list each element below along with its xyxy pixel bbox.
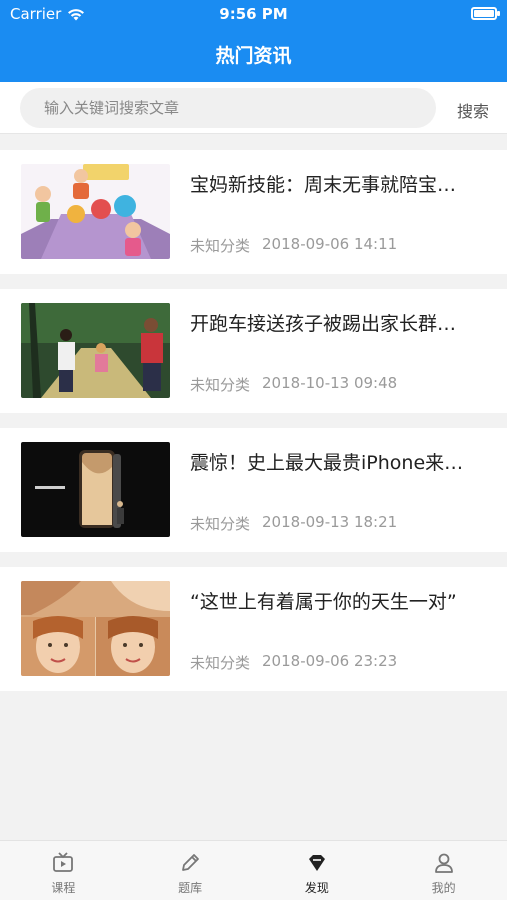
tab-discover[interactable]: 发现: [254, 841, 381, 900]
tab-course[interactable]: 课程: [0, 841, 127, 900]
article-title: 震惊！史上最大最贵iPhone来…: [190, 452, 464, 474]
article-title: 开跑车接送孩子被踢出家长群…: [190, 313, 457, 335]
article-item[interactable]: “这世上有着属于你的天生一对” 未知分类 2018-09-06 23:23: [0, 567, 507, 691]
battery-icon: [471, 7, 500, 20]
profile-icon: [434, 853, 453, 873]
article-date: 2018-10-13 09:48: [262, 374, 398, 392]
article-meta: 未知分类 2018-09-13 18:21: [190, 513, 397, 534]
tab-label: 题库: [178, 881, 203, 895]
tab-question-bank[interactable]: 题库: [127, 841, 254, 900]
status-bar: Carrier 9:56 PM: [0, 0, 507, 28]
article-item[interactable]: 震惊！史上最大最贵iPhone来… 未知分类 2018-09-13 18:21: [0, 428, 507, 552]
twins-portrait-image: [21, 581, 170, 676]
page-title: 热门资讯: [215, 45, 292, 67]
course-icon: [53, 852, 74, 872]
article-meta: 未知分类 2018-09-06 14:11: [190, 235, 397, 256]
article-date: 2018-09-06 23:23: [262, 652, 398, 670]
article-title: “这世上有着属于你的天生一对”: [190, 591, 457, 613]
search-button[interactable]: 搜索: [457, 98, 489, 122]
tab-label: 发现: [304, 881, 329, 895]
iphone-keynote-image: [21, 442, 170, 537]
tab-bar: 课程 题库 发现 我的: [0, 840, 507, 900]
discover-icon: [308, 855, 325, 871]
article-date: 2018-09-13 18:21: [262, 513, 398, 531]
article-item[interactable]: 开跑车接送孩子被踢出家长群… 未知分类 2018-10-13 09:48: [0, 289, 507, 413]
tab-label: 我的: [431, 881, 456, 895]
article-category: 未知分类: [190, 654, 251, 672]
article-item[interactable]: 宝妈新技能：周末无事就陪宝… 未知分类 2018-09-06 14:11: [0, 150, 507, 274]
kids-playing-image: [21, 164, 170, 259]
search-bar: 搜索: [0, 82, 507, 134]
article-meta: 未知分类 2018-10-13 09:48: [190, 374, 397, 395]
article-meta: 未知分类 2018-09-06 23:23: [190, 652, 397, 673]
search-input[interactable]: [20, 88, 436, 128]
battery-fill: [474, 10, 494, 17]
article-category: 未知分类: [190, 237, 251, 255]
tab-label: 课程: [51, 881, 76, 895]
article-title: 宝妈新技能：周末无事就陪宝…: [190, 174, 457, 196]
article-date: 2018-09-06 14:11: [262, 235, 398, 253]
article-category: 未知分类: [190, 376, 251, 394]
tab-profile[interactable]: 我的: [380, 841, 507, 900]
pencil-icon: [182, 854, 200, 871]
article-category: 未知分类: [190, 515, 251, 533]
family-walking-image: [21, 303, 170, 398]
navigation-bar: Carrier 9:56 PM 热门资讯: [0, 0, 507, 82]
status-time: 9:56 PM: [219, 5, 288, 23]
